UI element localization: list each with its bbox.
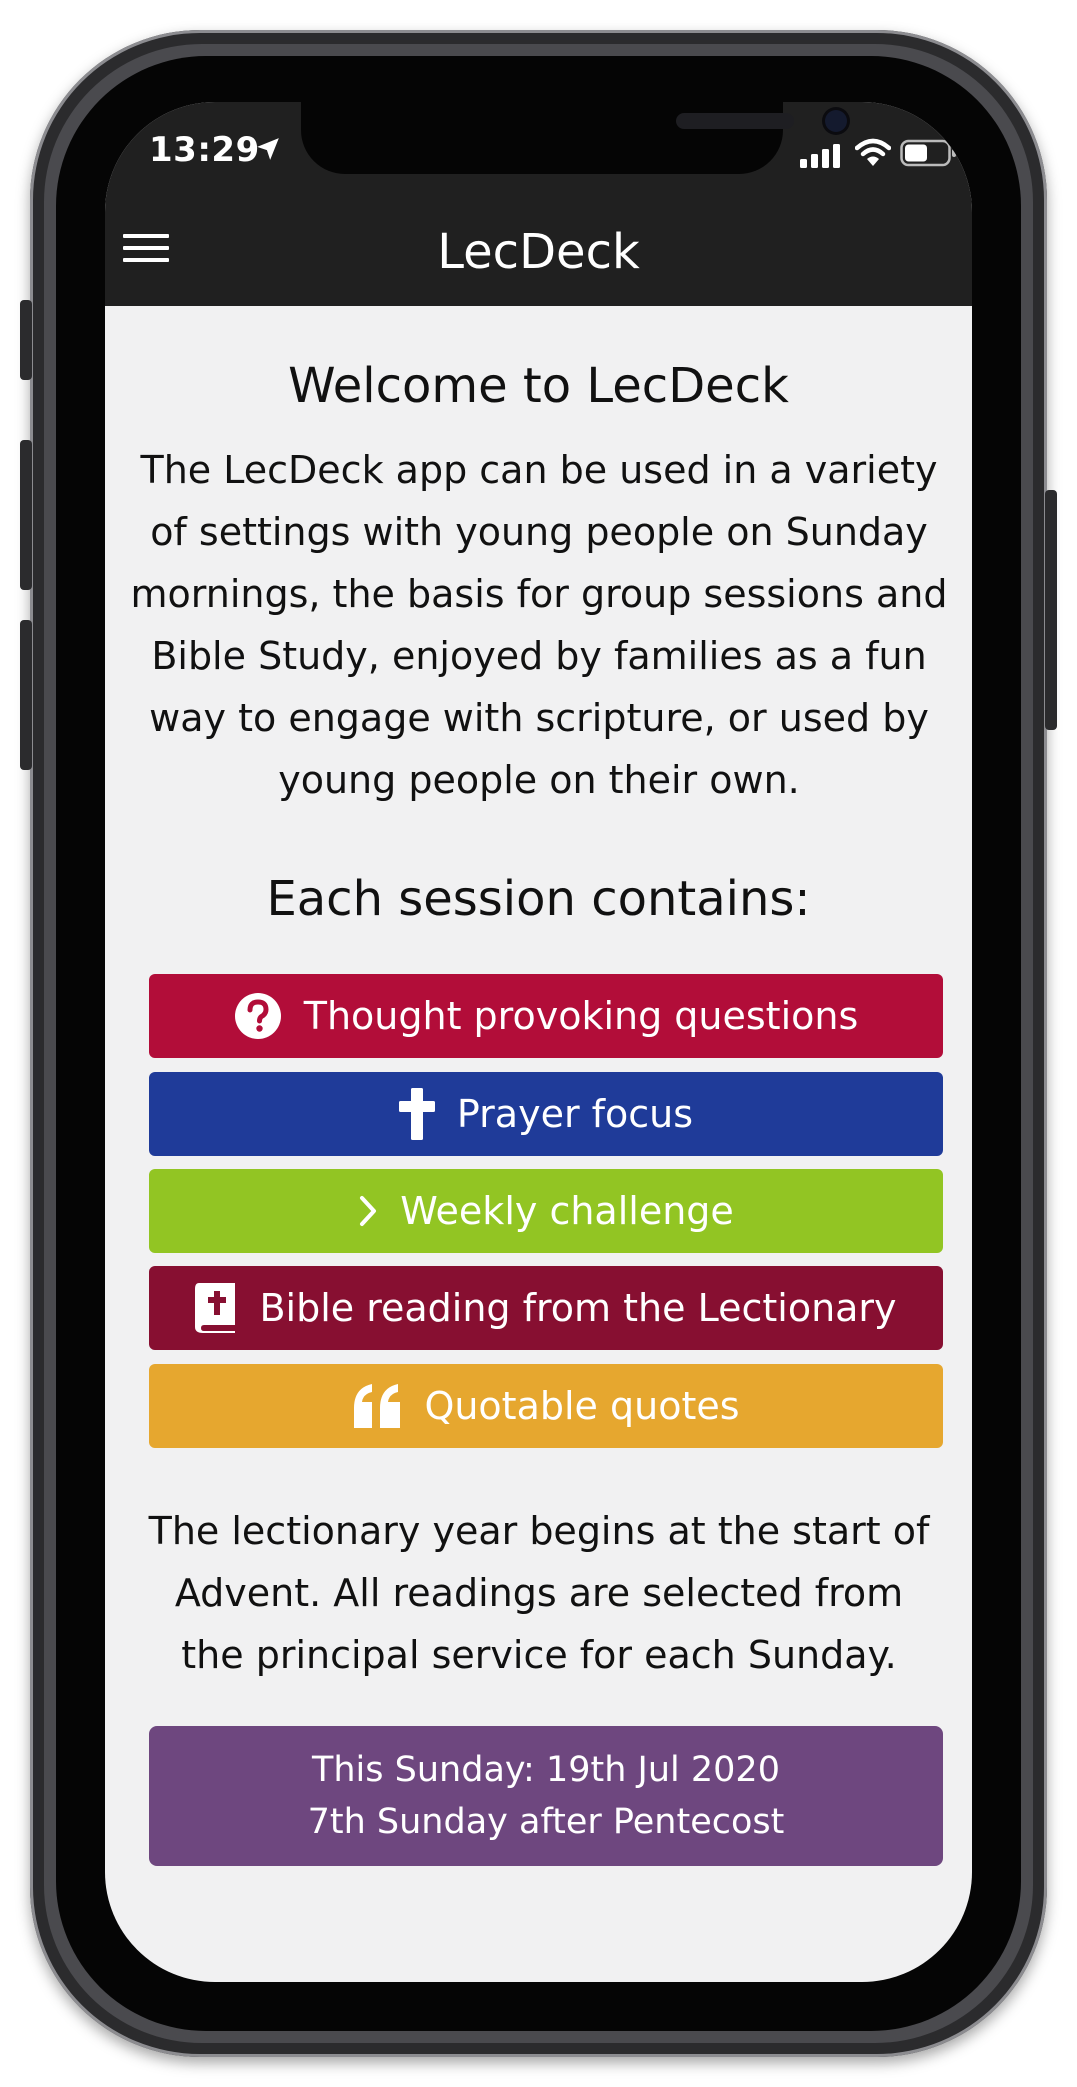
feature-quotes-button[interactable]: Quotable quotes	[149, 1364, 943, 1448]
lectionary-note: The lectionary year begins at the start …	[148, 1509, 930, 1677]
feature-label: Weekly challenge	[400, 1189, 734, 1233]
question-circle-icon	[234, 992, 282, 1040]
intro-paragraph: The LecDeck app can be used in a variety…	[130, 448, 948, 802]
side-button-volume-down	[20, 620, 32, 770]
cross-icon	[398, 1088, 435, 1140]
status-time: 13:29	[149, 130, 260, 170]
battery-icon	[900, 139, 956, 167]
feature-label: Quotable quotes	[424, 1384, 740, 1428]
side-button-power	[1045, 490, 1057, 730]
notch	[301, 102, 847, 174]
wifi-icon	[855, 138, 891, 166]
app-navbar: LecDeck	[105, 198, 972, 306]
quote-icon	[352, 1384, 402, 1428]
side-button-silent	[20, 300, 32, 380]
page-title: Welcome to LecDeck	[288, 358, 789, 414]
front-camera	[825, 110, 847, 132]
feature-label: Thought provoking questions	[303, 994, 859, 1038]
cellular-signal-icon	[800, 144, 840, 168]
feature-questions-button[interactable]: Thought provoking questions	[149, 974, 943, 1058]
feature-prayer-button[interactable]: Prayer focus	[149, 1072, 943, 1156]
earpiece-speaker	[676, 113, 794, 129]
feature-label: Prayer focus	[456, 1092, 694, 1136]
this-sunday-banner[interactable]: This Sunday: 19th Jul 2020 7th Sunday af…	[149, 1726, 943, 1866]
feature-bible-reading-button[interactable]: Bible reading from the Lectionary	[149, 1266, 943, 1350]
this-sunday-name: 7th Sunday after Pentecost	[307, 1802, 785, 1842]
app-title: LecDeck	[437, 224, 640, 280]
feature-challenge-button[interactable]: Weekly challenge	[149, 1169, 943, 1253]
side-button-volume-up	[20, 440, 32, 590]
section-heading: Each session contains:	[266, 871, 811, 927]
this-sunday-date: This Sunday: 19th Jul 2020	[312, 1750, 780, 1790]
location-arrow-icon	[257, 138, 279, 160]
screen: 13:29 LecDeck Welcome to LecDeck The Lec…	[105, 102, 972, 1982]
bible-icon	[195, 1283, 237, 1333]
chevron-right-icon	[358, 1194, 378, 1228]
feature-label: Bible reading from the Lectionary	[259, 1286, 897, 1330]
